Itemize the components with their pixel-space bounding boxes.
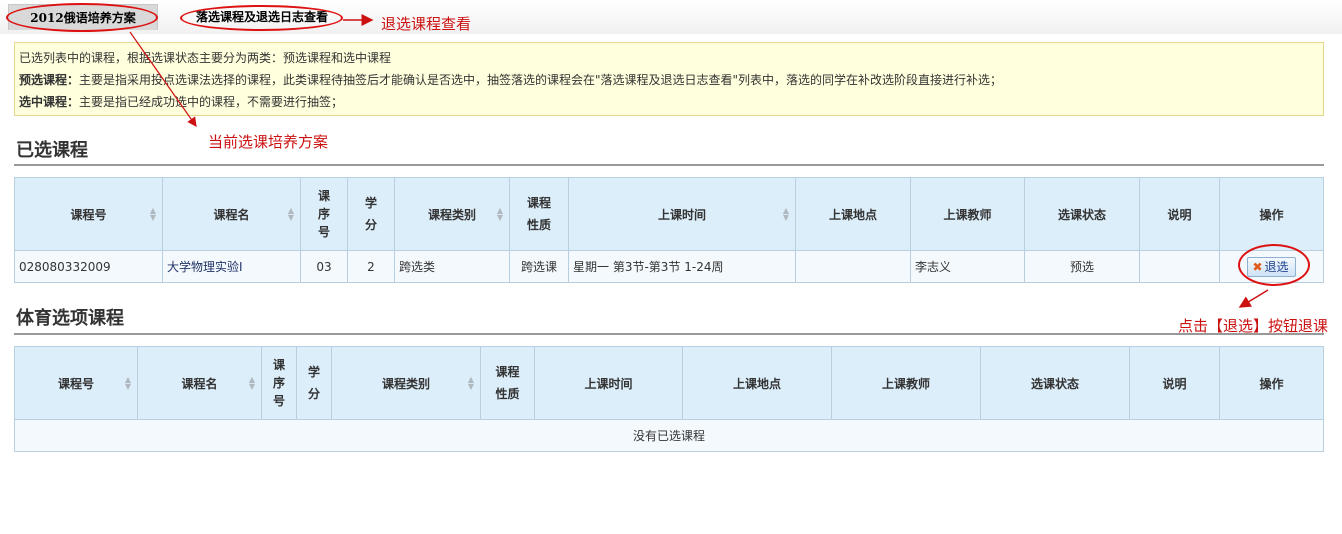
highlight-ellipse-log xyxy=(180,5,343,31)
annotation-current-plan: 当前选课培养方案 xyxy=(208,133,329,151)
annotation-drop-log: 退选课程查看 xyxy=(381,15,472,33)
arrow-drop-button xyxy=(1238,289,1269,308)
annotation-overlay xyxy=(129,14,1269,308)
arrow-current-plan xyxy=(129,31,197,127)
highlight-ellipse-tab xyxy=(6,3,158,32)
annotation-click-drop: 点击【退选】按钮退课 xyxy=(1178,317,1329,335)
highlight-ellipse-drop xyxy=(1238,244,1310,286)
